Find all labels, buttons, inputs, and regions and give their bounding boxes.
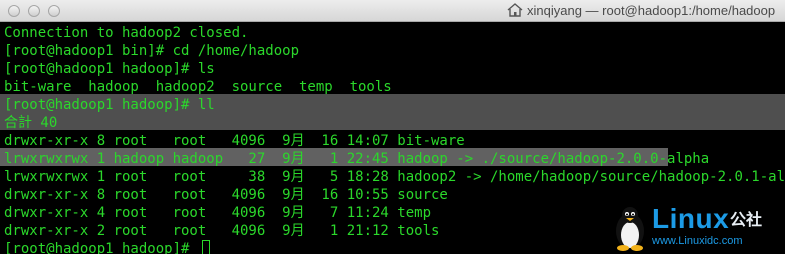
linuxidc-watermark-logo: Linux 公社 www.Linuxidc.com bbox=[612, 204, 782, 252]
window-title: xinqiyang — root@hadoop1:/home/hadoop bbox=[527, 3, 776, 18]
terminal-line: drwxr-xr-x 2 root root 4096 9月 1 21:12 t… bbox=[4, 223, 440, 239]
terminal-line: [root@hadoop1 hadoop]# ll bbox=[4, 97, 215, 113]
terminal-line: Connection to hadoop2 closed. bbox=[4, 25, 249, 41]
tux-penguin-icon bbox=[616, 207, 644, 251]
terminal-line: [root@hadoop1 hadoop]# ls bbox=[4, 61, 215, 77]
home-icon bbox=[507, 3, 523, 17]
terminal-line: [root@hadoop1 bin]# cd /home/hadoop bbox=[4, 43, 300, 59]
title-bar: xinqiyang — root@hadoop1:/home/hadoop bbox=[0, 0, 785, 22]
minimize-window-button[interactable] bbox=[28, 5, 40, 17]
zoom-window-button[interactable] bbox=[48, 5, 60, 17]
terminal-window: xinqiyang — root@hadoop1:/home/hadoop Co… bbox=[0, 0, 785, 254]
watermark-brand-cn: 公社 bbox=[730, 210, 763, 229]
terminal-line: lrwxrwxrwx 1 root root 38 9月 5 18:28 had… bbox=[4, 169, 785, 185]
terminal-cursor bbox=[201, 240, 210, 254]
terminal-prompt-line: [root@hadoop1 hadoop]# bbox=[4, 240, 210, 254]
terminal-line: drwxr-xr-x 8 root root 4096 9月 16 14:07 … bbox=[4, 133, 465, 149]
terminal-line: drwxr-xr-x 8 root root 4096 9月 16 10:55 … bbox=[4, 187, 448, 203]
window-title-area: xinqiyang — root@hadoop1:/home/hadoop bbox=[507, 3, 775, 19]
terminal-line: drwxr-xr-x 4 root root 4096 9月 7 11:24 t… bbox=[4, 205, 432, 221]
prompt-text: [root@hadoop1 hadoop]# bbox=[4, 241, 198, 254]
terminal-line: lrwxrwxrwx 1 hadoop hadoop 27 9月 1 22:45… bbox=[4, 151, 710, 167]
terminal-line: bit-ware hadoop hadoop2 source temp tool… bbox=[4, 79, 392, 95]
close-window-button[interactable] bbox=[8, 5, 20, 17]
terminal-line: 合計 40 bbox=[4, 115, 58, 131]
watermark-url: www.Linuxidc.com bbox=[652, 235, 743, 247]
watermark-brand: Linux bbox=[652, 203, 730, 234]
